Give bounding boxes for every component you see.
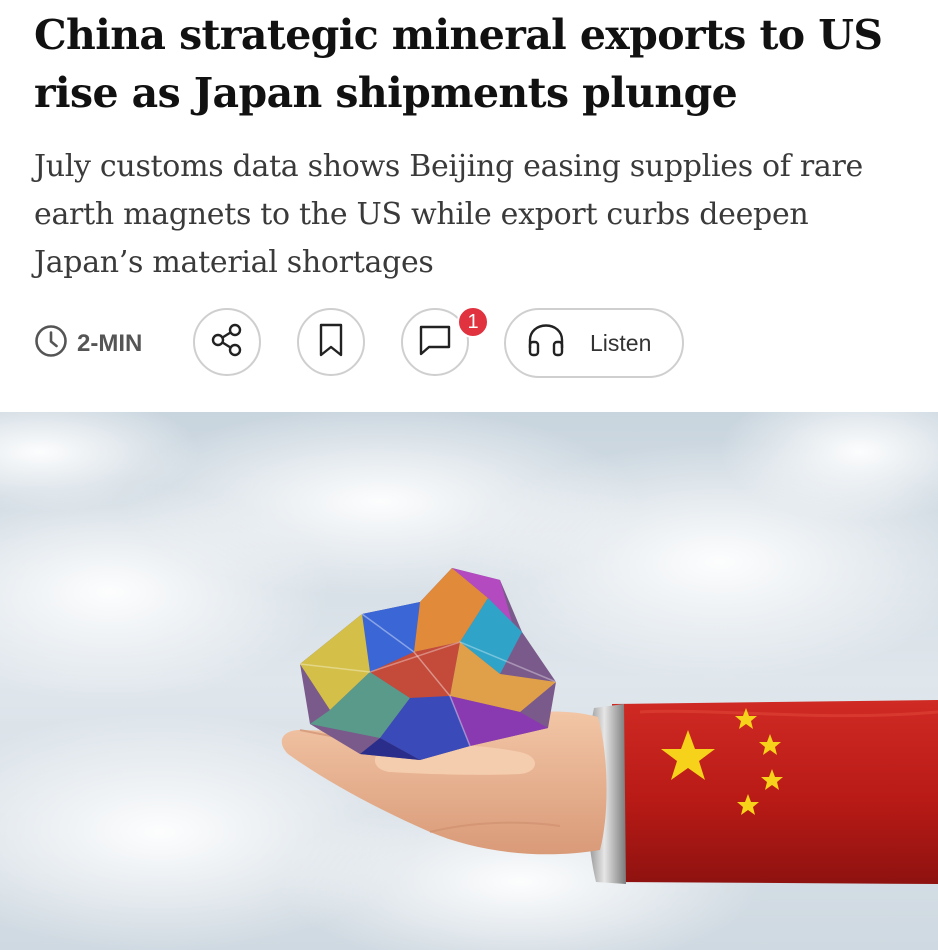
comment-icon: [416, 322, 454, 362]
headline: China strategic mineral exports to US ri…: [34, 11, 883, 117]
hero-image: [0, 412, 938, 950]
listen-label: Listen: [590, 329, 652, 356]
read-time-label: 2-MIN: [77, 330, 143, 357]
article-toolbar: 2-MIN 1 Listen: [0, 306, 938, 382]
bookmark-icon: [315, 322, 347, 362]
bookmark-button[interactable]: [297, 308, 365, 376]
subheadline: July customs data shows Beijing easing s…: [34, 149, 863, 280]
comment-count-badge: 1: [457, 306, 489, 338]
headphones-icon: [526, 322, 566, 364]
read-time: 2-MIN: [34, 324, 143, 365]
flag-sleeve: [612, 700, 938, 884]
share-button[interactable]: [193, 308, 261, 376]
share-icon: [209, 322, 245, 362]
listen-button[interactable]: Listen: [504, 308, 684, 378]
comment-button[interactable]: 1: [401, 306, 489, 376]
clock-icon: [34, 324, 68, 365]
